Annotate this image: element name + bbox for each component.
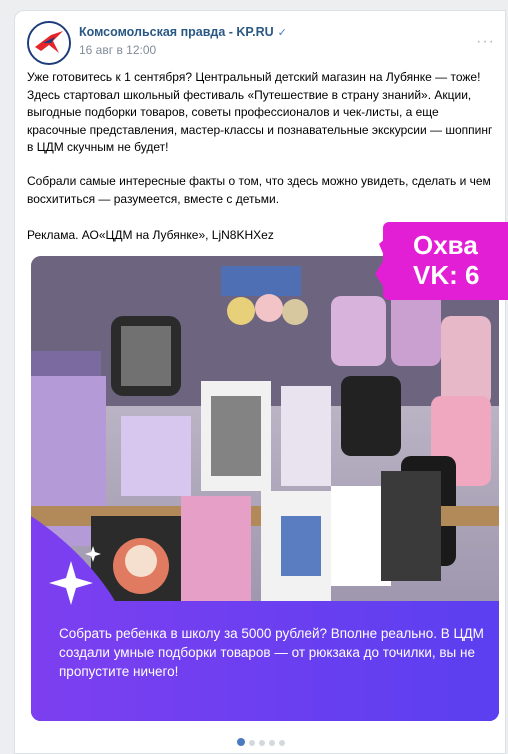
author-name[interactable]: Комсомольская правда - KP.RU ✓ — [79, 25, 287, 39]
promo-overlay: Охва VK: 6 — [383, 222, 508, 300]
carousel-dot-2[interactable] — [249, 740, 255, 746]
post-header: Комсомольская правда - KP.RU ✓ 16 авг в 1… — [27, 21, 497, 69]
media-caption: Собрать ребенка в школу за 5000 рублей? … — [59, 626, 484, 679]
more-dots-icon[interactable]: ··· — [476, 33, 495, 51]
post-media-image[interactable]: Собрать ребенка в школу за 5000 рублей? … — [31, 256, 499, 721]
post-text-paragraph-2: Собрали самые интересные факты о том, чт… — [27, 174, 491, 206]
carousel-dot-3[interactable] — [259, 740, 265, 746]
carousel-dots — [15, 738, 505, 746]
swallow-logo-icon — [29, 23, 69, 63]
promo-line-2: VK: 6 — [413, 260, 480, 290]
avatar[interactable] — [27, 21, 71, 65]
carousel-dot-4[interactable] — [269, 740, 275, 746]
carousel-dot-1[interactable] — [237, 738, 245, 746]
post-date[interactable]: 16 авг в 12:00 — [79, 43, 156, 57]
post-text-paragraph-1: Уже готовитесь к 1 сентября? Центральный… — [27, 70, 493, 154]
author-label[interactable]: Комсомольская правда - KP.RU — [79, 25, 274, 39]
promo-line-1: Охва — [413, 230, 478, 260]
carousel-dot-5[interactable] — [279, 740, 285, 746]
post-card: Комсомольская правда - KP.RU ✓ 16 авг в 1… — [14, 10, 506, 754]
verified-check-icon: ✓ — [277, 27, 287, 39]
